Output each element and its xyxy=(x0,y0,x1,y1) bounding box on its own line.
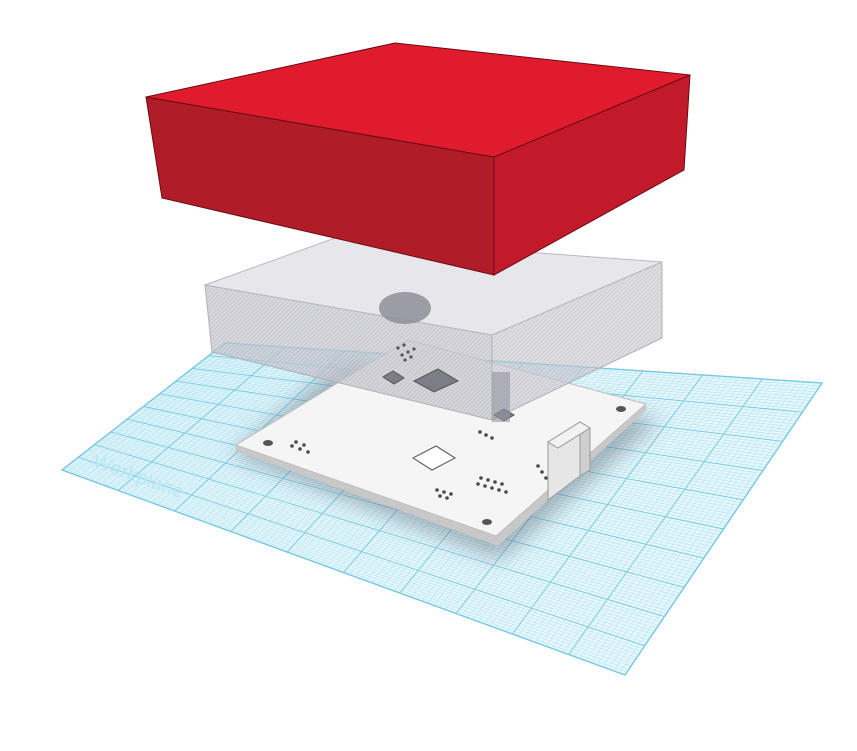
mount-hole xyxy=(263,440,273,446)
mount-hole xyxy=(616,406,626,412)
hole-cylinder xyxy=(379,292,431,324)
mount-hole xyxy=(482,519,492,525)
red-box[interactable] xyxy=(145,42,691,276)
3d-viewport[interactable]: Workplane xyxy=(0,0,857,746)
hole-connector xyxy=(492,372,510,422)
scene-canvas[interactable]: Workplane xyxy=(0,0,857,746)
